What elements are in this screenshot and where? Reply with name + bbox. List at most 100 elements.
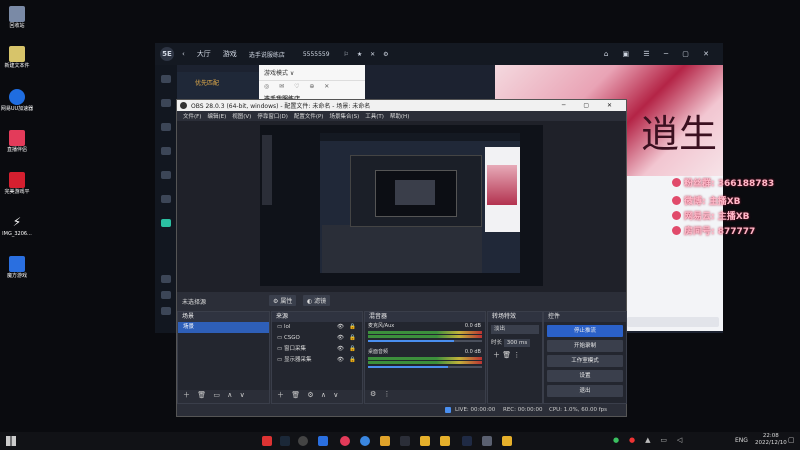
desktop-icon-image[interactable]: ⚡ IMG_3206... <box>0 214 34 237</box>
settings-button[interactable]: 设置 <box>547 370 623 382</box>
menu-file[interactable]: 文件(F) <box>183 112 201 120</box>
taskbar-app-icon[interactable] <box>502 436 512 446</box>
arrow-up-icon[interactable]: ∧ <box>227 391 232 399</box>
add-icon[interactable]: ＋ <box>183 391 190 399</box>
desktop-icon-recycle-bin[interactable]: 回收站 <box>0 6 34 29</box>
browser-icon[interactable] <box>360 436 370 446</box>
visibility-icon[interactable]: 👁 <box>337 344 344 355</box>
transition-select[interactable]: 淡出 <box>491 325 539 334</box>
properties-button[interactable]: ⚙ 属性 <box>269 295 297 306</box>
volume-icon[interactable]: ◁ <box>677 436 682 444</box>
tray-icon[interactable]: ▲ <box>645 436 650 444</box>
sidebar-trophy-icon[interactable] <box>161 307 171 315</box>
taskbar-app-icon[interactable] <box>440 436 450 446</box>
gear-icon[interactable]: ⚙ <box>307 391 313 399</box>
trash-icon[interactable]: 🗑 <box>502 351 511 359</box>
duration-input[interactable]: 300 ms <box>503 339 531 347</box>
sidebar-wifi-icon[interactable] <box>161 195 171 203</box>
add-icon[interactable]: ＋ <box>277 391 284 399</box>
source-item[interactable]: ▭ CSGO 👁 🔒 <box>272 333 362 344</box>
trash-icon[interactable]: 🗑 <box>291 391 300 399</box>
menu-tools[interactable]: 工具(T) <box>365 112 384 120</box>
menu-help[interactable]: 帮助(H) <box>390 112 409 120</box>
desktop-icon-uu[interactable]: 网易UU加速器 <box>0 89 34 112</box>
volume-slider[interactable] <box>368 340 482 342</box>
stream-preview[interactable] <box>260 125 543 286</box>
add-icon[interactable]: ＋ <box>493 351 500 359</box>
arrow-down-icon[interactable]: ∨ <box>333 391 338 399</box>
tray-icon[interactable]: ● <box>629 436 635 444</box>
cpu-status: CPU: 1.0%, 60.00 fps <box>549 407 608 413</box>
gear-icon[interactable]: ⚙ <box>370 390 376 398</box>
nav-shop[interactable]: 选手说服练店 <box>249 50 285 59</box>
menu-view[interactable]: 视图(V) <box>232 112 251 120</box>
chat-footer[interactable] <box>627 317 719 327</box>
trash-icon[interactable]: 🗑 <box>197 391 206 399</box>
start-recording-button[interactable]: 开始录制 <box>547 340 623 352</box>
menu-edit[interactable]: 编辑(E) <box>207 112 226 120</box>
studio-mode-button[interactable]: 工作室模式 <box>547 355 623 367</box>
desktop-icon-mofang[interactable]: 魔方游戏 <box>0 256 34 279</box>
menu-docks[interactable]: 停靠窗口(D) <box>257 112 288 120</box>
taskbar-app-icon[interactable] <box>340 436 350 446</box>
obs-taskbar-icon[interactable] <box>298 436 308 446</box>
source-item[interactable]: ▭ 显示器采集 👁 🔒 <box>272 355 362 366</box>
source-item[interactable]: ▭ lol 👁 🔒 <box>272 322 362 333</box>
popup-icons[interactable]: ◎ ✉ ♡ ⊕ ✕ <box>259 81 365 92</box>
more-icon[interactable]: ⋮ <box>513 351 520 359</box>
visibility-icon[interactable]: 👁 <box>337 355 344 366</box>
client-logo[interactable]: 5E <box>160 47 174 61</box>
more-icon[interactable]: ⋮ <box>384 390 391 398</box>
back-icon[interactable]: ‹ <box>182 50 185 58</box>
desktop-icon-text-file[interactable]: 新建文本件 <box>0 46 34 69</box>
nav-lobby[interactable]: 大厅 <box>197 49 211 59</box>
obs-window-controls[interactable]: ─ ▢ ✕ <box>562 102 620 109</box>
exit-button[interactable]: 退出 <box>547 385 623 397</box>
network-icon[interactable]: ▭ <box>660 436 667 444</box>
popup-title[interactable]: 游戏模式 ∨ <box>259 65 365 81</box>
lock-icon[interactable]: 🔒 <box>349 322 356 333</box>
taskbar-app-icon[interactable] <box>318 436 328 446</box>
taskbar-app-icon[interactable] <box>462 436 472 446</box>
folder-icon[interactable] <box>420 436 430 446</box>
sidebar-stats-icon[interactable] <box>161 123 171 131</box>
sidebar-match-icon[interactable] <box>161 99 171 107</box>
lock-icon[interactable]: 🔒 <box>349 333 356 344</box>
sidebar-active-icon[interactable] <box>161 219 171 227</box>
lock-icon[interactable]: 🔒 <box>349 355 356 366</box>
visibility-icon[interactable]: 👁 <box>337 322 344 333</box>
settings-small-icon[interactable]: ▭ <box>213 391 220 399</box>
taskbar-app-icon[interactable] <box>262 436 272 446</box>
source-item[interactable]: ▭ 窗口采集 👁 🔒 <box>272 344 362 355</box>
visibility-icon[interactable]: 👁 <box>337 333 344 344</box>
volume-slider[interactable] <box>368 366 482 368</box>
windows-start-icon[interactable] <box>6 436 16 446</box>
window-controls[interactable]: ⌂ ▣ ☰ ─ ▢ ✕ <box>604 50 715 58</box>
desktop-icon-perfect-world[interactable]: 完美游戏平 <box>0 172 34 195</box>
toolbar-icons[interactable]: ⚐ ★ ✕ ⚙ <box>344 51 392 58</box>
arrow-down-icon[interactable]: ∨ <box>240 391 245 399</box>
taskbar-app-icon[interactable] <box>400 436 410 446</box>
scene-item[interactable]: 场景 <box>178 322 269 333</box>
notification-icon[interactable]: ▢ <box>788 436 795 444</box>
tray-icon[interactable]: ● <box>613 436 619 444</box>
stop-streaming-button[interactable]: 停止推流 <box>547 325 623 337</box>
lock-icon[interactable]: 🔒 <box>349 344 356 355</box>
sidebar-shop-icon[interactable] <box>161 171 171 179</box>
sidebar-settings-icon[interactable] <box>161 291 171 299</box>
sidebar-team-icon[interactable] <box>161 147 171 155</box>
clock[interactable]: 22:08 2022/12/10 <box>755 433 787 447</box>
taskbar-app-icon[interactable] <box>482 436 492 446</box>
taskbar-app-icon[interactable] <box>380 436 390 446</box>
obs-window: OBS 28.0.3 (64-bit, windows) - 配置文件: 未命名… <box>176 99 627 417</box>
desktop-icon-live-companion[interactable]: 直播伴侣 <box>0 130 34 153</box>
arrow-up-icon[interactable]: ∧ <box>321 391 326 399</box>
language-indicator[interactable]: ENG <box>735 437 748 444</box>
filters-button[interactable]: ◐ 滤镜 <box>303 295 331 306</box>
menu-profile[interactable]: 配置文件(P) <box>294 112 324 120</box>
sidebar-home-icon[interactable] <box>161 75 171 83</box>
nav-games[interactable]: 游戏 <box>223 49 237 59</box>
sidebar-search-icon[interactable] <box>161 275 171 283</box>
steam-icon[interactable] <box>280 436 290 446</box>
menu-scene-collection[interactable]: 场景集合(S) <box>329 112 359 120</box>
